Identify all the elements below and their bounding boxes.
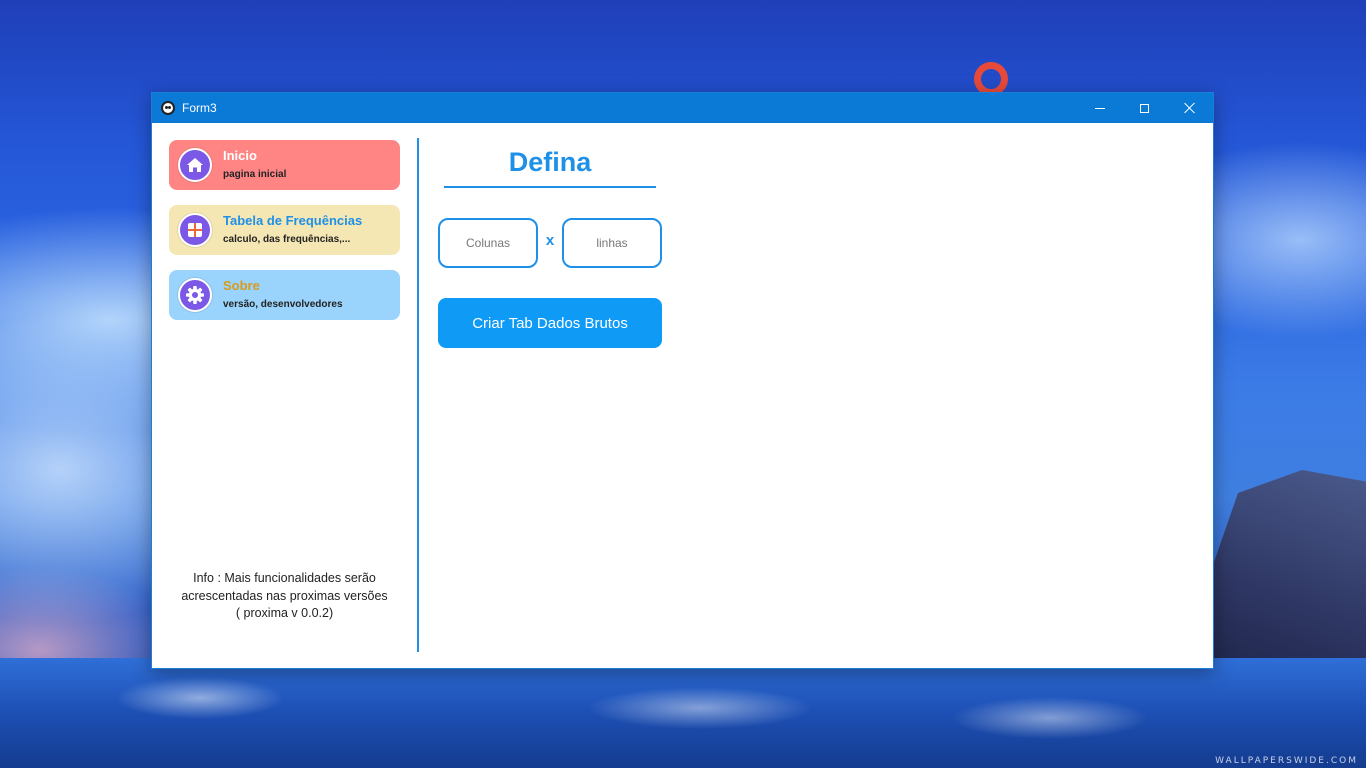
sidebar-item-title: Tabela de Frequências: [223, 213, 363, 228]
sea-decoration: [0, 658, 1366, 768]
sidebar-item-title: Sobre: [223, 278, 260, 293]
info-text: Info : Mais funcionalidades serão acresc…: [169, 570, 400, 623]
title-underline: [444, 186, 656, 188]
sidebar-item-tabela-frequencias[interactable]: Tabela de Frequências calculo, das frequ…: [169, 205, 400, 255]
times-separator: x: [545, 232, 555, 249]
info-line: Info : Mais funcionalidades serão: [193, 571, 376, 585]
vertical-divider: [417, 138, 419, 652]
title-bar[interactable]: Form3: [152, 93, 1213, 123]
lifebuoy-decoration: [974, 62, 1008, 96]
sidebar-item-sobre[interactable]: Sobre versão, desenvolvedores: [169, 270, 400, 320]
sidebar-item-subtitle: pagina inicial: [223, 169, 287, 180]
gear-icon: [178, 278, 212, 312]
table-icon: [178, 213, 212, 247]
sidebar-item-subtitle: versão, desenvolvedores: [223, 299, 343, 310]
sidebar-item-title: Inicio: [223, 148, 257, 163]
app-face-icon: [161, 101, 175, 115]
form-window: Form3 Inicio pagina inicial Tabela de Fr…: [151, 92, 1214, 669]
minimize-button[interactable]: [1077, 93, 1122, 123]
close-icon: [1184, 102, 1196, 114]
info-line: ( proxima v 0.0.2): [235, 606, 334, 620]
rows-input[interactable]: [562, 218, 662, 268]
window-client-area: Inicio pagina inicial Tabela de Frequênc…: [152, 123, 1213, 668]
page-title: Defina: [508, 147, 592, 177]
columns-input[interactable]: [438, 218, 538, 268]
maximize-button[interactable]: [1122, 93, 1167, 123]
create-raw-data-table-button[interactable]: Criar Tab Dados Brutos: [438, 298, 662, 348]
window-title: Form3: [182, 101, 217, 115]
sidebar-item-inicio[interactable]: Inicio pagina inicial: [169, 140, 400, 190]
minimize-icon: [1094, 107, 1105, 109]
maximize-icon: [1140, 103, 1149, 113]
sidebar-item-subtitle: calculo, das frequências,...: [223, 234, 351, 245]
close-button[interactable]: [1167, 93, 1212, 123]
home-icon: [178, 148, 212, 182]
desktop-wallpaper: WALLPAPERSWIDE.COM Form3 Inicio pagina i…: [0, 0, 1366, 768]
info-line: acrescentadas nas proximas versões: [181, 588, 388, 603]
wallpaper-watermark: WALLPAPERSWIDE.COM: [1215, 756, 1358, 766]
